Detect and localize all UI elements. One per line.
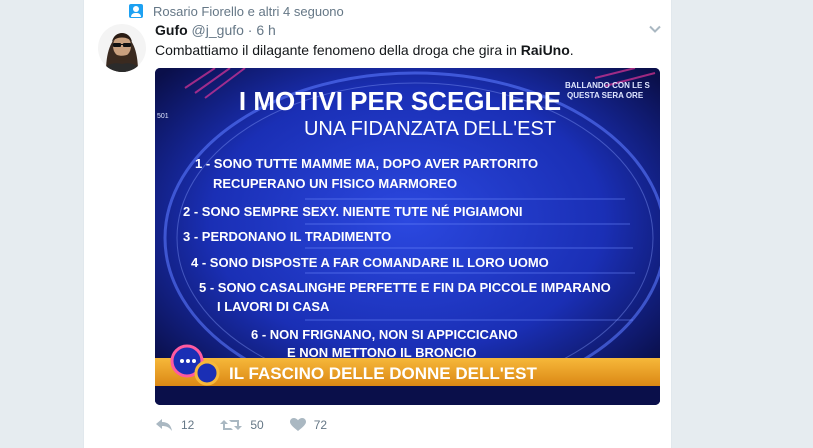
- tweet-header: Gufo @j_gufo · 6 h: [155, 21, 276, 39]
- reply-button[interactable]: 12: [155, 418, 194, 432]
- tweet-text: Combattiamo il dilagante fenomeno della …: [155, 40, 574, 60]
- retweet-button[interactable]: 50: [220, 418, 264, 432]
- item-5-line-2: I LAVORI DI CASA: [217, 299, 330, 314]
- tweet-time[interactable]: 6 h: [256, 22, 275, 38]
- heart-icon: [289, 418, 306, 431]
- retweet-count: 50: [250, 418, 264, 432]
- reply-count: 12: [181, 418, 195, 432]
- item-1-line-2: RECUPERANO UN FISICO MARMOREO: [213, 176, 457, 191]
- channel-number: 501: [157, 113, 169, 120]
- person-icon: [129, 4, 143, 18]
- corner-text-2: QUESTA SERA ORE: [567, 91, 644, 100]
- item-6-line-1: 6 - NON FRIGNANO, NON SI APPICCICANO: [251, 327, 518, 342]
- item-1-line-1: 1 - SONO TUTTE MAMME MA, DOPO AVER PARTO…: [195, 156, 538, 171]
- item-6-line-2: E NON METTONO IL BRONCIO: [287, 345, 476, 360]
- author-name[interactable]: Gufo: [155, 22, 188, 38]
- tweet-text-end: .: [569, 42, 574, 58]
- avatar[interactable]: [98, 24, 146, 72]
- item-2-line-1: 2 - SONO SEMPRE SEXY. NIENTE TUTE NÉ PIG…: [183, 204, 523, 219]
- retweet-icon: [220, 420, 243, 430]
- author-handle[interactable]: @j_gufo: [192, 22, 244, 38]
- item-5-line-1: 5 - SONO CASALINGHE PERFETTE E FIN DA PI…: [199, 280, 611, 295]
- banner-text: IL FASCINO DELLE DONNE DELL'EST: [229, 364, 537, 383]
- item-3-line-1: 3 - PERDONANO IL TRADIMENTO: [183, 229, 391, 244]
- tweet-card[interactable]: Rosario Fiorello e altri 4 seguono Gufo …: [83, 0, 672, 448]
- social-context: Rosario Fiorello e altri 4 seguono: [129, 2, 344, 20]
- like-count: 72: [313, 418, 328, 432]
- corner-text-1: BALLANDO CON LE S: [565, 81, 651, 90]
- chevron-down-icon[interactable]: [648, 22, 662, 36]
- image-title: I MOTIVI PER SCEGLIERE: [239, 86, 561, 116]
- tweet-actions: 12 50 72: [155, 418, 353, 432]
- tweet-text-body: Combattiamo il dilagante fenomeno della …: [155, 42, 521, 58]
- social-context-text: Rosario Fiorello e altri 4 seguono: [153, 3, 344, 19]
- reply-icon: [156, 419, 172, 431]
- image-subtitle: UNA FIDANZATA DELL'EST: [304, 118, 556, 140]
- like-button[interactable]: 72: [289, 418, 328, 432]
- tweet-photo[interactable]: 501 BALLANDO CON LE S QUESTA SERA ORE I …: [155, 68, 660, 405]
- separator: ·: [243, 22, 257, 38]
- item-4-line-1: 4 - SONO DISPOSTE A FAR COMANDARE IL LOR…: [191, 255, 549, 270]
- tweet-text-bold: RaiUno: [520, 42, 570, 58]
